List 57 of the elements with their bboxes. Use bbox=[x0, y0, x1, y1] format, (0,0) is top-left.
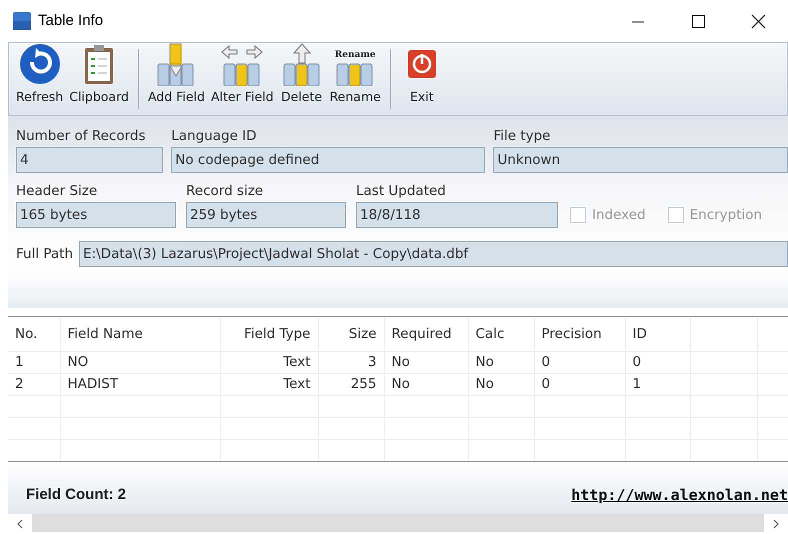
table-cell: Text bbox=[283, 354, 310, 370]
maximize-icon[interactable] bbox=[690, 12, 706, 30]
table-cell: No bbox=[392, 376, 410, 392]
path-field: E:\Data\(3) Lazarus\Project\Jadwal Sholat - Copy\data.dbf bbox=[79, 241, 788, 268]
toolbar-button[interactable]: Clipboard bbox=[66, 43, 132, 115]
field-count: Field Count: 2 bbox=[26, 484, 126, 504]
close-icon[interactable] bbox=[750, 12, 766, 30]
column-header[interactable]: Field Name bbox=[68, 326, 143, 342]
field-label: Header Size bbox=[16, 183, 98, 200]
toolbar-button[interactable]: Rename Rename bbox=[326, 43, 384, 115]
value-field: 165 bytes bbox=[16, 202, 176, 228]
value-field: No codepage defined bbox=[171, 147, 486, 174]
toolbar-button[interactable]: Exit bbox=[396, 43, 447, 115]
column-header[interactable]: Precision bbox=[542, 326, 602, 342]
table-cell: 1 bbox=[632, 376, 642, 392]
value-field: 18/8/118 bbox=[356, 202, 558, 228]
app-icon bbox=[12, 11, 32, 31]
value-field: 259 bytes bbox=[186, 202, 346, 228]
column-header[interactable]: ID bbox=[632, 326, 647, 342]
horizontal-scrollbar[interactable] bbox=[8, 514, 788, 532]
window-title: Table Info bbox=[38, 10, 104, 31]
field-label: Language ID bbox=[171, 128, 258, 144]
table-cell: 0 bbox=[632, 354, 642, 370]
column-header[interactable]: Field Type bbox=[244, 326, 310, 342]
table-cell: 2 bbox=[15, 376, 24, 392]
column-header[interactable]: Size bbox=[348, 326, 376, 342]
table-cell: Text bbox=[283, 376, 310, 392]
field-label: Last Updated bbox=[356, 183, 447, 200]
table-cell: 0 bbox=[542, 376, 550, 392]
column-header[interactable]: Required bbox=[392, 326, 452, 342]
value-field: 4 bbox=[16, 147, 164, 174]
table-cell: No bbox=[476, 354, 494, 370]
refresh-icon bbox=[18, 42, 62, 86]
toolbar-button[interactable]: Add Field bbox=[144, 43, 208, 115]
toolbar-button[interactable]: Alter Field bbox=[208, 43, 277, 115]
table-cell: 255 bbox=[350, 376, 376, 392]
checkbox-label: Indexed bbox=[592, 206, 646, 226]
table-cell: 1 bbox=[15, 354, 24, 370]
table-cell: NO bbox=[68, 354, 88, 370]
table-cell: No bbox=[476, 376, 494, 392]
field-label: File type bbox=[493, 128, 552, 144]
column-header[interactable]: No. bbox=[15, 326, 38, 342]
checkbox-label: Encryption bbox=[690, 206, 762, 226]
field-label: Number of Records bbox=[16, 128, 147, 144]
column-header[interactable]: Calc bbox=[476, 326, 504, 342]
scroll-right-icon[interactable] bbox=[764, 514, 788, 532]
table-cell: HADIST bbox=[68, 376, 118, 392]
toolbar-button[interactable]: Delete bbox=[276, 43, 327, 115]
field-label: Record size bbox=[186, 183, 264, 200]
field-label: Full Path bbox=[16, 246, 74, 262]
column-arrows-icon bbox=[220, 42, 264, 86]
table-cell: 3 bbox=[368, 354, 376, 370]
value-field: Unknown bbox=[493, 147, 788, 174]
toolbar-button[interactable]: Refresh bbox=[13, 43, 66, 115]
website-link[interactable]: http://www.alexnolan.net bbox=[571, 484, 788, 506]
table-cell: No bbox=[392, 354, 410, 370]
table-cell: 0 bbox=[542, 354, 550, 370]
